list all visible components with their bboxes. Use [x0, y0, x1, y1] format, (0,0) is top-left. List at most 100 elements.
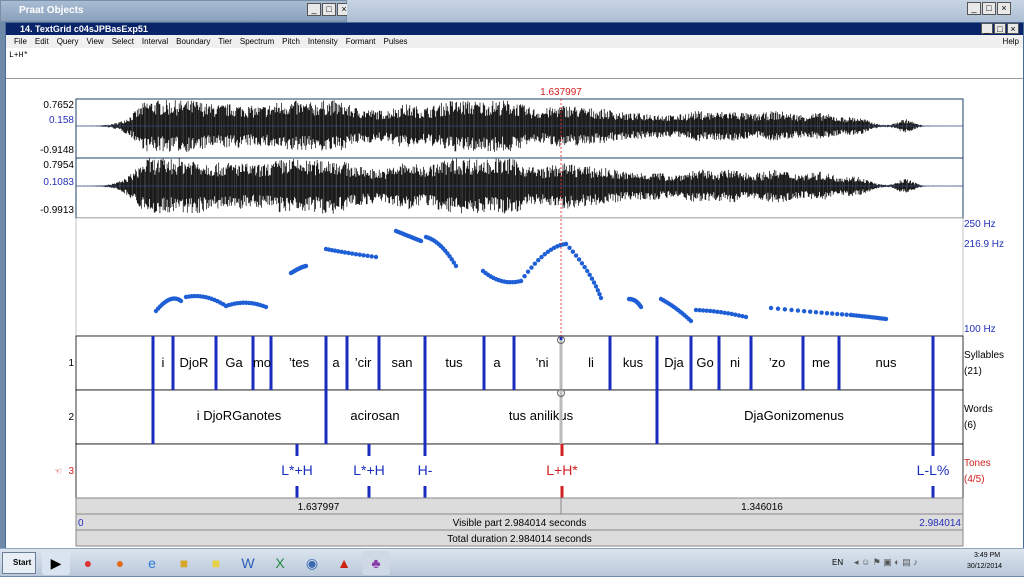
- objects-window-title: Praat Objects: [1, 1, 346, 21]
- visible-part-label[interactable]: Visible part 2.984014 seconds: [453, 518, 587, 529]
- menu-intensity[interactable]: Intensity: [304, 35, 342, 48]
- syllable-label[interactable]: ’cir: [355, 355, 372, 370]
- media-player-icon[interactable]: ▶: [42, 551, 70, 575]
- syllable-label[interactable]: a: [493, 355, 501, 370]
- taskbar: Start ▶ ● ● e ■ ■ W X ◉ ▲ ♣ EN ◂ ☺ ⚑ ▣ ◐…: [0, 548, 1024, 576]
- tier-3-row[interactable]: [75, 443, 964, 499]
- tone-label[interactable]: L*+H: [353, 462, 385, 478]
- minimize-button[interactable]: _: [981, 23, 993, 34]
- menu-formant[interactable]: Formant: [342, 35, 380, 48]
- pitch-bottom-label: 100 Hz: [964, 324, 996, 335]
- word-label[interactable]: tus anilikus: [509, 408, 574, 423]
- syllable-label[interactable]: DjoR: [180, 355, 209, 370]
- tier-count-3: (4/5): [964, 474, 985, 485]
- textgrid-editor-window[interactable]: 14. TextGrid c04sJPBasExp51 _ □ × File Ed…: [5, 22, 1024, 549]
- syllable-label[interactable]: Dja: [664, 355, 684, 370]
- close-button[interactable]: ×: [1007, 23, 1019, 34]
- syllable-label[interactable]: Go: [696, 355, 713, 370]
- selection-bar[interactable]: [75, 497, 964, 515]
- syllable-label[interactable]: tus: [445, 355, 463, 370]
- syllable-label[interactable]: li: [588, 355, 594, 370]
- word-label[interactable]: i DjoRGanotes: [197, 408, 282, 423]
- sticky-notes-icon[interactable]: ■: [202, 551, 230, 575]
- tone-label[interactable]: L+H*: [546, 462, 578, 478]
- menu-interval[interactable]: Interval: [138, 35, 172, 48]
- syllable-label[interactable]: nus: [876, 355, 897, 370]
- clock-date[interactable]: 30/12/2014: [967, 563, 1002, 570]
- editor-canvas[interactable]: 0.7652 0.158 -0.9148 0.7954 0.1083 -0.9913 250…: [6, 79, 1023, 549]
- menu-help[interactable]: Help: [999, 35, 1023, 48]
- internet-explorer-icon[interactable]: e: [138, 551, 166, 575]
- language-indicator[interactable]: EN: [832, 558, 843, 567]
- menu-view[interactable]: View: [82, 35, 107, 48]
- pitch-point: [593, 284, 599, 289]
- praat-objects-window[interactable]: Praat Objects _ □ ×: [0, 0, 351, 22]
- syllable-label[interactable]: i: [162, 355, 165, 370]
- pitch-point: [587, 272, 592, 278]
- selection-left-duration[interactable]: 1.637997: [298, 502, 340, 513]
- excel-icon[interactable]: X: [266, 551, 294, 575]
- pitch-point: [595, 288, 601, 293]
- menu-pitch[interactable]: Pitch: [278, 35, 304, 48]
- pitch-point: [598, 295, 604, 301]
- word-icon[interactable]: W: [234, 551, 262, 575]
- total-duration-label[interactable]: Total duration 2.984014 seconds: [447, 534, 592, 545]
- folder-icon[interactable]: ■: [170, 551, 198, 575]
- menu-boundary[interactable]: Boundary: [172, 35, 214, 48]
- pitch-point: [768, 305, 774, 311]
- syllable-label[interactable]: mo: [253, 355, 271, 370]
- syllable-label[interactable]: a: [332, 355, 340, 370]
- menu-query[interactable]: Query: [53, 35, 83, 48]
- pitch-panel[interactable]: [75, 217, 964, 337]
- menu-bar: File Edit Query View Select Interval Boundary T…: [6, 35, 1023, 48]
- tone-label[interactable]: L*+H: [281, 462, 313, 478]
- clock-time[interactable]: 3:49 PM: [974, 552, 1000, 559]
- tray-icons[interactable]: ◂ ☺ ⚑ ▣ ◐ ▤ ♪: [854, 557, 918, 568]
- minimize-button[interactable]: _: [307, 3, 321, 16]
- tier-count-1: (21): [964, 366, 982, 377]
- interval-text-field[interactable]: L+H*: [6, 49, 1023, 79]
- start-button[interactable]: Start: [2, 552, 36, 574]
- minimize-button[interactable]: _: [967, 2, 981, 15]
- app-icon[interactable]: ◉: [298, 551, 326, 575]
- menu-file[interactable]: File: [10, 35, 31, 48]
- firefox-icon[interactable]: ●: [106, 551, 134, 575]
- pdf-icon[interactable]: ▲: [330, 551, 358, 575]
- selection-right-duration[interactable]: 1.346016: [741, 502, 783, 513]
- close-button[interactable]: ×: [997, 2, 1011, 15]
- pitch-point: [638, 304, 644, 310]
- syllable-label[interactable]: Ga: [225, 355, 243, 370]
- menu-select[interactable]: Select: [108, 35, 138, 48]
- pitch-point: [567, 245, 572, 251]
- menu-spectrum[interactable]: Spectrum: [236, 35, 278, 48]
- pitch-point: [570, 249, 576, 254]
- pitch-point: [418, 238, 424, 244]
- pitch-point: [178, 298, 184, 304]
- tone-label[interactable]: L-L%: [917, 462, 950, 478]
- menu-tier[interactable]: Tier: [214, 35, 235, 48]
- praat-icon[interactable]: ♣: [362, 551, 390, 575]
- chrome-icon[interactable]: ●: [74, 551, 102, 575]
- syllable-label[interactable]: ni: [730, 355, 740, 370]
- tone-label[interactable]: H-: [418, 462, 433, 478]
- menu-pulses[interactable]: Pulses: [380, 35, 412, 48]
- pitch-point: [525, 269, 531, 274]
- system-tray: EN ◂ ☺ ⚑ ▣ ◐ ▤ ♪ 3:49 PM 30/12/2014: [824, 549, 1024, 577]
- sound-textgrid-display[interactable]: 0.7652 0.158 -0.9148 0.7954 0.1083 -0.9913 250…: [6, 79, 1023, 549]
- syllable-label[interactable]: ’ni: [535, 355, 548, 370]
- pitch-point: [353, 251, 359, 257]
- word-label[interactable]: acirosan: [350, 408, 399, 423]
- word-label[interactable]: DjaGonizomenus: [744, 408, 844, 423]
- pitch-point: [830, 311, 835, 316]
- pitch-point: [536, 258, 541, 263]
- syllable-label[interactable]: ’zo: [769, 355, 786, 370]
- syllable-label[interactable]: ’tes: [289, 355, 310, 370]
- maximize-button[interactable]: □: [994, 23, 1006, 34]
- menu-edit[interactable]: Edit: [31, 35, 53, 48]
- maximize-button[interactable]: □: [322, 3, 336, 16]
- syllable-label[interactable]: kus: [623, 355, 644, 370]
- syllable-label[interactable]: san: [392, 355, 413, 370]
- syllable-label[interactable]: me: [812, 355, 830, 370]
- tier-name-3: Tones: [964, 458, 991, 469]
- maximize-button[interactable]: □: [982, 2, 996, 15]
